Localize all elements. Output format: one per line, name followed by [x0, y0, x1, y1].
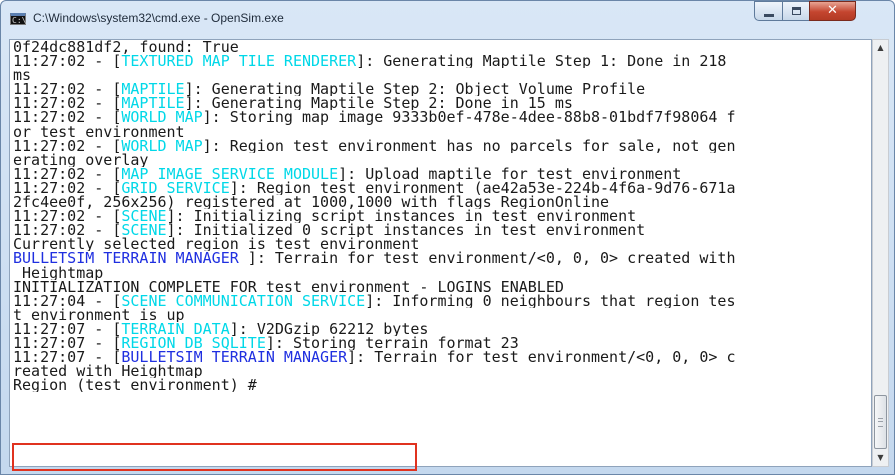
log-source-tag: REGION DB SQLITE: [121, 335, 266, 351]
line-text: 11:27:04 - [: [13, 293, 122, 308]
console-line: t environment is up: [13, 308, 868, 322]
log-source-tag: WORLD MAP: [121, 110, 203, 125]
console-line: 11:27:02 - [WORLD MAP]: Region test envi…: [13, 139, 868, 153]
console-line: 11:27:02 - [MAP IMAGE SERVICE MODULE]: U…: [13, 167, 868, 181]
line-text: 11:27:07 - [: [13, 321, 122, 336]
prompt-highlight: [12, 443, 417, 471]
minimize-icon: [764, 14, 774, 17]
line-text: Currently selected region is test enviro…: [13, 237, 420, 252]
console-line: reated with Heightmap: [13, 364, 868, 378]
line-text: 11:27:02 - [: [13, 96, 122, 111]
line-text: ]: Terrain for test environment/<0, 0, 0…: [347, 350, 736, 365]
line-text: ]: Storing terrain format 23: [265, 335, 519, 351]
line-text: 11:27:02 - [: [13, 138, 122, 153]
log-source-tag: BULLETSIM TERRAIN MANAGER: [121, 350, 348, 365]
console-line: 11:27:02 - [TEXTURED MAP TILE RENDERER]:…: [13, 54, 868, 68]
maximize-button[interactable]: [782, 1, 810, 21]
window-title: C:\Windows\system32\cmd.exe - OpenSim.ex…: [33, 11, 284, 25]
console-line: 11:27:02 - [WORLD MAP]: Storing map imag…: [13, 110, 868, 124]
cmd-icon[interactable]: C:\: [10, 13, 26, 25]
console-line: Heightmap: [13, 266, 868, 280]
log-source-tag: BULLETSIM TERRAIN MANAGER: [13, 251, 239, 266]
arrow-down-icon: ▼: [877, 453, 884, 462]
console-line: Currently selected region is test enviro…: [13, 237, 868, 251]
console-line: 11:27:07 - [REGION DB SQLITE]: Storing t…: [13, 336, 868, 350]
console-line: BULLETSIM TERRAIN MANAGER ]: Terrain for…: [13, 251, 868, 265]
maximize-icon: [792, 7, 801, 15]
log-source-tag: WORLD MAP: [121, 138, 203, 153]
vertical-scrollbar[interactable]: ▲ ▼: [872, 39, 889, 467]
log-source-tag: MAPTILE: [121, 82, 185, 97]
line-text: ]: V2DGzip 62212 bytes: [229, 321, 429, 336]
line-text: 11:27:02 - [: [13, 209, 122, 224]
line-text: ]: Informing 0 neighbours that region te…: [365, 293, 736, 308]
scroll-up-button[interactable]: ▲: [873, 40, 888, 56]
line-text: Region (test environment) #: [13, 378, 266, 393]
line-text: ]: Region test environment (ae42a53e-224…: [229, 180, 736, 196]
log-source-tag: MAPTILE: [121, 96, 185, 111]
arrow-up-icon: ▲: [877, 43, 884, 52]
cmd-window: C:\ C:\Windows\system32\cmd.exe - OpenSi…: [0, 0, 895, 475]
minimize-button[interactable]: [754, 1, 783, 21]
console-line: ms: [13, 68, 868, 82]
console-line: 2fc4ee0f, 256x256) registered at 1000,10…: [13, 195, 868, 209]
line-text: ]: Terrain for test environment/<0, 0, 0…: [238, 251, 736, 266]
log-source-tag: SCENE: [121, 223, 167, 238]
line-text: ]: Generating Maptile Step 2: Object Vol…: [184, 82, 646, 97]
console-line: 11:27:04 - [SCENE COMMUNICATION SERVICE]…: [13, 294, 868, 308]
console-line: 11:27:07 - [TERRAIN DATA]: V2DGzip 62212…: [13, 322, 868, 336]
log-source-tag: TERRAIN DATA: [121, 321, 230, 336]
log-source-tag: SCENE: [121, 209, 167, 224]
line-text: Heightmap: [13, 265, 104, 280]
log-source-tag: MAP IMAGE SERVICE MODULE: [121, 166, 339, 181]
console-line: 11:27:02 - [SCENE]: Initialized 0 script…: [13, 223, 868, 237]
line-text: 2fc4ee0f, 256x256) registered at 1000,10…: [13, 195, 610, 210]
grip-icon: [878, 418, 883, 427]
line-text: 11:27:02 - [: [13, 166, 122, 181]
scroll-down-button[interactable]: ▼: [873, 450, 888, 466]
log-source-tag: SCENE COMMUNICATION SERVICE: [121, 293, 366, 308]
line-text: 0f24dc881df2, found: True: [13, 40, 239, 55]
line-text: 11:27:02 - [: [13, 82, 122, 97]
line-text: 11:27:02 - [: [13, 223, 122, 238]
title-bar[interactable]: C:\ C:\Windows\system32\cmd.exe - OpenSi…: [1, 1, 894, 39]
line-text: reated with Heightmap: [13, 364, 203, 379]
console-line: or test environment: [13, 125, 868, 139]
line-text: ]: Storing map image 9333b0ef-478e-4dee-…: [202, 110, 736, 125]
line-text: erating overlay: [13, 152, 149, 167]
line-text: ms: [13, 68, 32, 83]
line-text: INITIALIZATION COMPLETE FOR test environ…: [13, 279, 564, 294]
console-lines: 0f24dc881df2, found: True 11:27:02 - [TEX…: [13, 40, 868, 392]
line-text: or test environment: [13, 124, 185, 139]
log-source-tag: TEXTURED MAP TILE RENDERER: [121, 54, 357, 69]
line-text: ]: Upload maptile for test environment: [338, 166, 682, 181]
close-icon: ✕: [827, 3, 838, 18]
console-line: INITIALIZATION COMPLETE FOR test environ…: [13, 280, 868, 294]
line-text: ]: Initializing script instances in test…: [166, 209, 637, 224]
console-output[interactable]: 0f24dc881df2, found: True 11:27:02 - [TEX…: [9, 39, 872, 467]
line-text: ]: Initialized 0 script instances in tes…: [166, 223, 646, 238]
line-text: 11:27:02 - [: [13, 180, 122, 196]
console-line: 0f24dc881df2, found: True: [13, 40, 868, 54]
console-line: erating overlay: [13, 153, 868, 167]
line-text: ]: Generating Maptile Step 2: Done in 15…: [184, 96, 573, 111]
log-source-tag: GRID SERVICE: [121, 180, 230, 196]
console-line: 11:27:07 - [BULLETSIM TERRAIN MANAGER]: …: [13, 350, 868, 364]
close-button[interactable]: ✕: [809, 1, 856, 21]
command-prompt-line[interactable]: Region (test environment) #: [13, 378, 868, 392]
console-line: 11:27:02 - [GRID SERVICE]: Region test e…: [13, 181, 868, 195]
line-text: t environment is up: [13, 307, 185, 322]
console-line: 11:27:02 - [SCENE]: Initializing script …: [13, 209, 868, 223]
line-text: 11:27:02 - [: [13, 54, 122, 69]
console-line: 11:27:02 - [MAPTILE]: Generating Maptile…: [13, 82, 868, 96]
console-line: 11:27:02 - [MAPTILE]: Generating Maptile…: [13, 96, 868, 110]
scrollbar-thumb[interactable]: [874, 395, 887, 449]
line-text: ]: Region test environment has no parcel…: [202, 138, 736, 153]
line-text: ]: Generating Maptile Step 1: Done in 21…: [356, 54, 727, 69]
line-text: 11:27:07 - [: [13, 335, 122, 351]
line-text: 11:27:07 - [: [13, 350, 122, 365]
line-text: 11:27:02 - [: [13, 110, 122, 125]
